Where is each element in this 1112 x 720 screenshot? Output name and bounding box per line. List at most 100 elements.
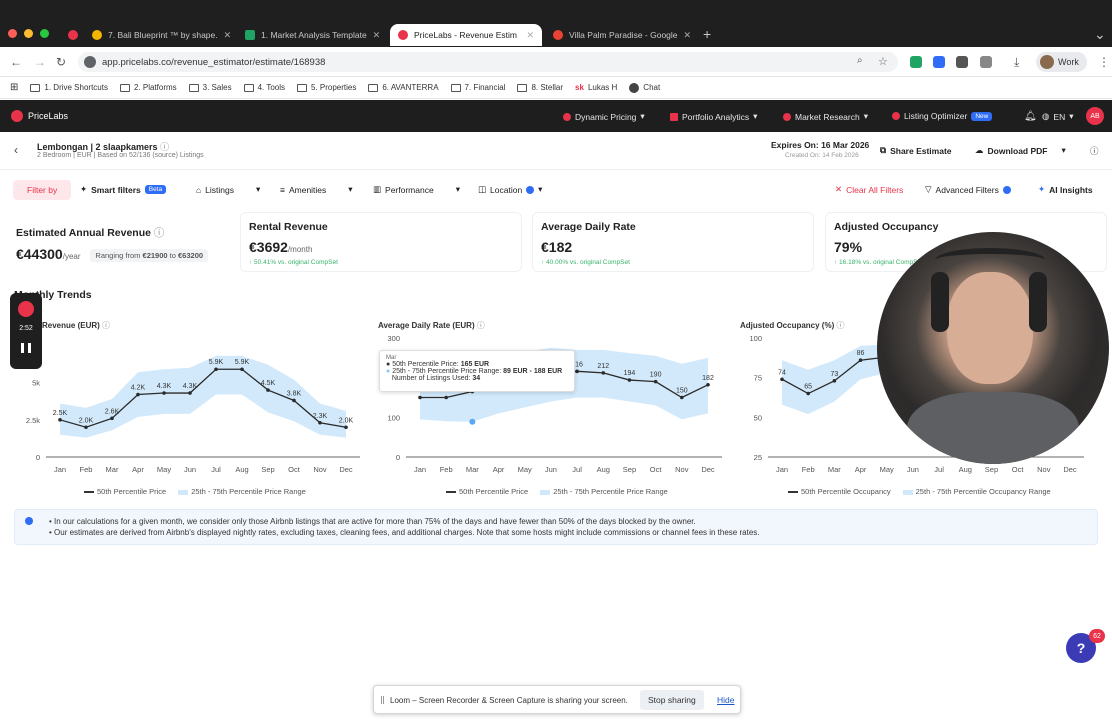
download-icon[interactable]: ⤓ xyxy=(1014,55,1019,70)
legend-item-median[interactable]: 50th Percentile Price xyxy=(446,487,528,496)
language-selector[interactable]: ◍ EN ▾ xyxy=(1042,111,1074,122)
filter-bar: Filter by ✦ Smart filters Beta ⌂ Listing… xyxy=(0,178,1112,202)
x-tick-label: Aug xyxy=(959,465,972,474)
pause-recording-button[interactable] xyxy=(21,343,31,353)
advanced-filters-button[interactable]: ▽ Advanced Filters xyxy=(925,184,1011,195)
recording-timer: 2:52 xyxy=(19,325,33,332)
legend-item-range[interactable]: 25th - 75th Percentile Price Range xyxy=(178,487,306,496)
tab-pricelabs[interactable]: PriceLabs - Revenue Estim ✕ xyxy=(390,24,542,46)
x-tick-label: Apr xyxy=(855,465,867,474)
x-tick-label: Jun xyxy=(907,465,919,474)
bookmark-folder[interactable]: 7. Financial xyxy=(450,83,505,92)
chevron-down-icon: ▾ xyxy=(1061,145,1066,155)
folder-icon xyxy=(297,83,307,92)
user-avatar[interactable]: AB xyxy=(1086,107,1104,125)
clear-all-filters-button[interactable]: ✕ Clear All Filters xyxy=(835,184,903,195)
nav-listing-optimizer[interactable]: Listing Optimizer New xyxy=(892,111,993,121)
reload-icon[interactable]: ↻ xyxy=(56,55,66,69)
download-pdf-button[interactable]: ☁ Download PDF ▾ xyxy=(975,145,1066,156)
bookmark-folder[interactable]: 8. Stellar xyxy=(517,83,563,92)
x-tick-label: Sep xyxy=(261,465,274,474)
profile-button[interactable]: Work xyxy=(1036,52,1087,72)
data-label: 2.3K xyxy=(313,413,328,420)
notifications-icon[interactable]: 🔔︎ xyxy=(1024,111,1037,122)
chart-legend: 50th Percentile Price 25th - 75th Percen… xyxy=(446,487,668,496)
bookmark-folder[interactable]: 4. Tools xyxy=(243,83,285,92)
created-date: Created On: 14 Feb 2026 xyxy=(785,152,859,159)
bookmark-link[interactable]: sk Lukas H xyxy=(575,83,617,92)
minimize-window-button[interactable] xyxy=(24,29,33,38)
legend-item-median[interactable]: 50th Percentile Occupancy xyxy=(788,487,891,496)
range-pill: Ranging from €21900 to €63200 xyxy=(90,248,209,262)
new-tab-button[interactable]: + xyxy=(703,26,711,42)
zoom-icon[interactable]: ⌕ xyxy=(857,55,863,66)
legend-item-median[interactable]: 50th Percentile Price xyxy=(84,487,166,496)
nav-market-research[interactable]: Market Research ▾ xyxy=(783,111,868,122)
new-badge: New xyxy=(971,111,993,121)
back-arrow-icon[interactable]: ‹ xyxy=(14,143,18,157)
headphones-ear-icon xyxy=(1029,272,1047,332)
maximize-window-button[interactable] xyxy=(40,29,49,38)
stop-recording-button[interactable] xyxy=(18,301,34,317)
bookmark-folder[interactable]: 6. AVANTERRA xyxy=(368,83,439,92)
apps-grid-icon[interactable]: ⊞ xyxy=(10,82,18,93)
profile-avatar xyxy=(1040,55,1054,69)
extensions-puzzle-icon[interactable] xyxy=(980,56,992,68)
close-tab-icon[interactable]: ✕ xyxy=(684,30,692,41)
bookmark-folder[interactable]: 2. Platforms xyxy=(119,83,177,92)
data-label: 194 xyxy=(624,370,636,377)
legend-item-range[interactable]: 25th - 75th Percentile Occupancy Range xyxy=(902,487,1051,496)
browser-menu-icon[interactable]: ⋮ xyxy=(1098,55,1110,69)
nav-dynamic-pricing[interactable]: Dynamic Pricing ▾ xyxy=(563,111,645,122)
extension-icon[interactable] xyxy=(956,56,968,68)
data-label: 150 xyxy=(676,388,688,395)
legend-item-range[interactable]: 25th - 75th Percentile Price Range xyxy=(540,487,668,496)
x-tick-label: Nov xyxy=(313,465,327,474)
extension-icon[interactable] xyxy=(933,56,945,68)
pinned-tab[interactable] xyxy=(60,24,78,46)
amenities-filter[interactable]: ≡ Amenities ▾ xyxy=(280,184,353,195)
x-tick-label: Sep xyxy=(623,465,636,474)
pricelabs-logo[interactable]: PriceLabs xyxy=(11,110,68,122)
tab-bali-blueprint[interactable]: 7. Bali Blueprint ™ by shape. ✕ xyxy=(84,24,236,46)
url-field[interactable]: app.pricelabs.co/revenue_estimator/estim… xyxy=(78,52,898,72)
drag-handle-icon[interactable] xyxy=(381,696,384,704)
close-tab-icon[interactable]: ✕ xyxy=(526,30,534,41)
help-circle-icon[interactable]: ⓘ xyxy=(1090,145,1099,157)
tab-villa-palm[interactable]: Villa Palm Paradise - Google ✕ xyxy=(545,24,695,46)
bookmark-link[interactable]: Chat xyxy=(629,82,660,93)
bookmark-folder[interactable]: 1. Drive Shortcuts xyxy=(30,83,108,92)
back-icon[interactable]: ← xyxy=(10,55,22,69)
info-icon[interactable]: ⓘ xyxy=(102,321,110,330)
info-icon[interactable]: ⓘ xyxy=(477,321,485,330)
location-filter[interactable]: ◫ Location ▾ xyxy=(478,184,542,195)
info-icon[interactable]: ⓘ xyxy=(154,227,165,239)
share-estimate-button[interactable]: ⧉ Share Estimate xyxy=(880,145,952,156)
chevron-down-icon: ▾ xyxy=(255,184,261,194)
performance-filter[interactable]: ▥ Performance ▾ xyxy=(373,184,460,195)
close-window-button[interactable] xyxy=(8,29,17,38)
stop-sharing-button[interactable]: Stop sharing xyxy=(640,690,704,710)
info-icon[interactable]: ⓘ xyxy=(160,142,169,152)
webcam-bubble[interactable] xyxy=(877,232,1109,464)
data-label: 3.8K xyxy=(287,390,302,397)
site-info-icon[interactable] xyxy=(84,56,96,68)
chevron-down-icon: ▾ xyxy=(348,184,353,194)
smart-filters-button[interactable]: ✦ Smart filters Beta xyxy=(80,184,167,195)
bookmark-folder[interactable]: 3. Sales xyxy=(188,83,232,92)
listings-filter[interactable]: ⌂ Listings ▾ xyxy=(196,184,260,195)
extension-icon[interactable] xyxy=(910,56,922,68)
sheets-icon xyxy=(245,30,255,40)
ai-insights-button[interactable]: ✦ AI Insights xyxy=(1038,184,1093,195)
forward-icon[interactable]: → xyxy=(34,55,46,69)
info-icon[interactable]: ⓘ xyxy=(836,321,844,330)
tab-search-icon[interactable]: ⌄ xyxy=(1094,26,1106,43)
x-tick-label: Mar xyxy=(466,465,479,474)
bookmark-folder[interactable]: 5. Properties xyxy=(297,83,356,92)
bookmark-star-icon[interactable]: ☆ xyxy=(878,55,888,68)
tab-market-analysis[interactable]: 1. Market Analysis Template ✕ xyxy=(237,24,387,46)
close-tab-icon[interactable]: ✕ xyxy=(373,30,381,41)
close-tab-icon[interactable]: ✕ xyxy=(224,30,232,41)
hide-link[interactable]: Hide xyxy=(717,695,734,705)
nav-portfolio-analytics[interactable]: Portfolio Analytics ▾ xyxy=(670,111,757,122)
